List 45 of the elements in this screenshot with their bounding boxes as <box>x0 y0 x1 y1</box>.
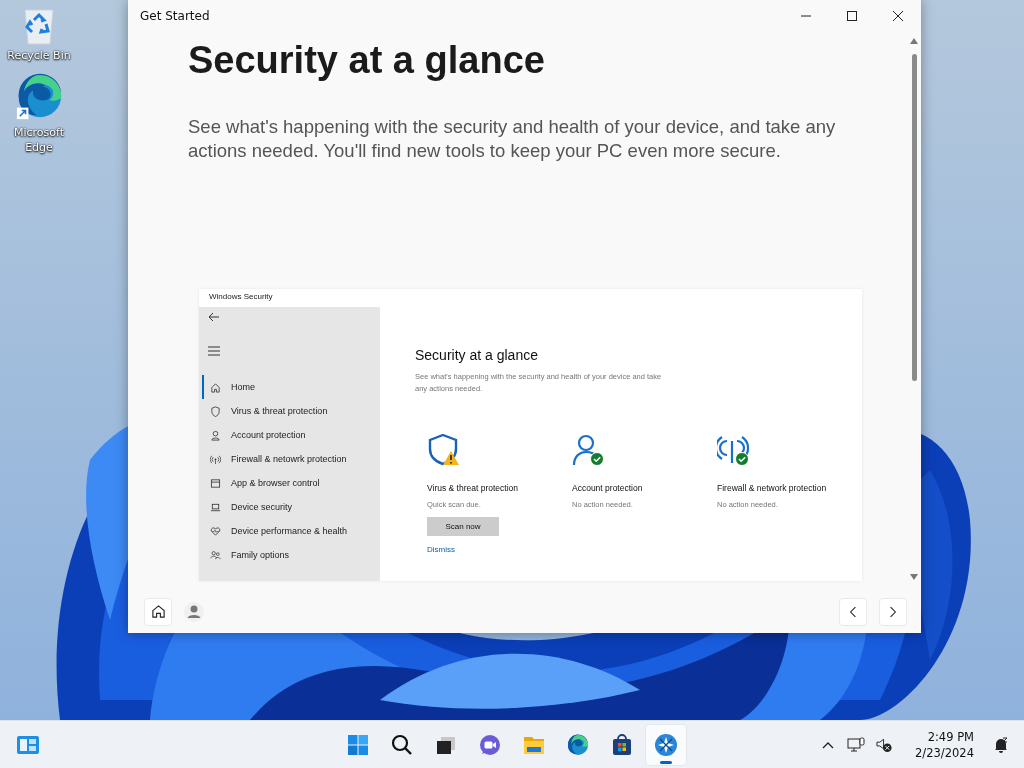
dismiss-link[interactable]: Dismiss <box>427 545 455 554</box>
window-title: Windows Security <box>208 291 274 303</box>
sidebar-item[interactable]: App & browser control <box>202 471 380 495</box>
maximize-icon[interactable] <box>847 11 857 21</box>
back-arrow-icon <box>208 311 220 323</box>
sidebar-item[interactable]: Account protection <box>202 423 380 447</box>
star-badge-icon[interactable] <box>646 724 686 765</box>
person-icon <box>210 429 221 441</box>
card-title: Virus & threat protection <box>427 483 520 494</box>
clock-time: 2:49 PM <box>927 728 974 745</box>
sidebar-item[interactable]: Device security <box>202 495 380 519</box>
browser-window-icon <box>210 477 221 489</box>
laptop-icon <box>210 501 221 513</box>
home-icon <box>210 381 221 393</box>
sidebar-item[interactable]: Virus & threat protection <box>202 399 380 423</box>
home-button[interactable] <box>144 597 172 626</box>
close-icon[interactable] <box>893 11 903 21</box>
scan-button[interactable]: Scan now <box>427 517 499 536</box>
heart-icon <box>210 525 221 537</box>
sidebar-item[interactable]: Home <box>202 375 380 399</box>
avatar-icon[interactable] <box>184 601 204 622</box>
sidebar-item[interactable]: Device performance & health <box>202 519 380 543</box>
clock-date: 2/23/2024 <box>915 744 974 761</box>
window-title: Get Started <box>140 9 210 23</box>
sidebar-item[interactable]: Firewall & netowrk protection <box>202 447 380 471</box>
card-title: Firewall & network protection <box>717 483 828 494</box>
sidebar-item[interactable]: Family options <box>202 543 380 567</box>
desktop-icon-label: Microsoft Edge <box>12 125 66 155</box>
page-heading: Security at a glance <box>188 38 546 83</box>
chevron-right-icon[interactable] <box>889 605 897 618</box>
people-icon <box>210 549 221 561</box>
shield-icon <box>210 405 221 417</box>
menu-icon <box>207 345 221 357</box>
clock[interactable]: 2:49 PM 2/23/2024 <box>915 728 974 761</box>
desktop-icon-label: Recycle Bin <box>6 48 72 63</box>
next-button[interactable] <box>879 597 907 626</box>
card-title: Account protection <box>572 483 644 494</box>
home-icon[interactable] <box>150 604 166 619</box>
section-heading: Security at a glance <box>415 347 539 363</box>
scroll-down-icon[interactable] <box>910 574 918 580</box>
page-description: See what's happening with the security and health of your device, and take any actions needed. You'll find new tools to keep your PC even more secure. <box>188 115 837 163</box>
antenna-icon <box>210 453 221 465</box>
previous-button[interactable] <box>839 597 867 626</box>
chevron-left-icon[interactable] <box>849 605 857 618</box>
scroll-up-icon[interactable] <box>910 38 918 44</box>
